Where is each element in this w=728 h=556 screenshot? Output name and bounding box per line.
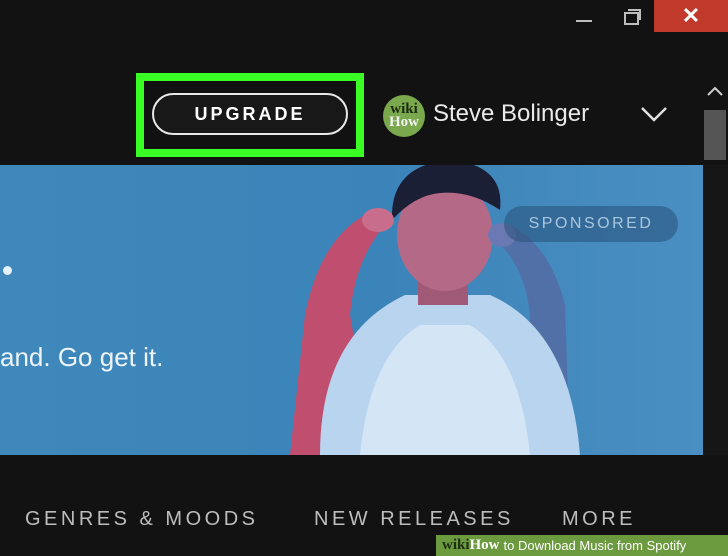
scrollbar-track[interactable] <box>703 165 728 455</box>
banner-bullet <box>3 266 12 275</box>
banner-tagline: and. Go get it. <box>0 342 164 372</box>
avatar-text-how: How <box>389 114 419 130</box>
watermark-title: to Download Music from Spotify <box>503 538 687 553</box>
user-name[interactable]: Steve Bolinger <box>433 100 589 128</box>
avatar[interactable]: wiki How <box>383 95 425 137</box>
minimize-icon <box>576 20 592 22</box>
scroll-up-arrow-icon[interactable] <box>706 84 724 98</box>
scrollbar-thumb[interactable] <box>704 110 726 160</box>
minimize-button[interactable] <box>562 0 606 32</box>
close-icon: ✕ <box>681 3 701 28</box>
wikihow-watermark: wiki How to Download Music from Spotify <box>436 535 728 556</box>
maximize-button[interactable] <box>610 0 654 32</box>
maximize-icon <box>624 9 641 25</box>
watermark-how: How <box>469 537 500 553</box>
window-titlebar: ✕ <box>0 0 728 32</box>
upgrade-button[interactable]: UPGRADE <box>152 93 348 135</box>
watermark-wiki: wiki <box>442 537 470 553</box>
close-button[interactable]: ✕ <box>654 0 728 32</box>
chevron-down-icon[interactable] <box>640 104 668 124</box>
nav-more[interactable]: MORE <box>562 508 636 531</box>
nav-genres-moods[interactable]: GENRES & MOODS <box>25 508 258 531</box>
sponsored-badge: SPONSORED <box>504 206 678 242</box>
nav-new-releases[interactable]: NEW RELEASES <box>314 508 514 531</box>
sponsored-banner[interactable]: and. Go get it. SPONSORED <box>0 165 703 455</box>
